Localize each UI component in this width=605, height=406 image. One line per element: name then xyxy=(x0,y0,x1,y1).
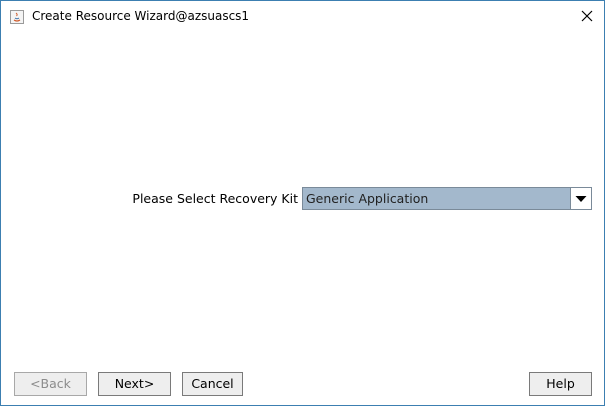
window-title: Create Resource Wizard@azsuascs1 xyxy=(32,9,250,23)
recovery-kit-selected-value: Generic Application xyxy=(306,191,429,206)
back-button[interactable]: <Back xyxy=(14,372,87,396)
java-app-icon xyxy=(10,9,24,24)
recovery-kit-label: Please Select Recovery Kit xyxy=(132,191,298,206)
cancel-button[interactable]: Cancel xyxy=(182,372,243,396)
triangle-down-icon[interactable] xyxy=(570,188,591,209)
help-button[interactable]: Help xyxy=(529,372,592,396)
recovery-kit-dropdown[interactable]: Generic Application xyxy=(302,187,592,210)
close-icon[interactable] xyxy=(575,4,599,28)
wizard-window: Create Resource Wizard@azsuascs1 Please … xyxy=(0,0,605,406)
title-bar: Create Resource Wizard@azsuascs1 xyxy=(1,1,604,31)
wizard-content: Please Select Recovery Kit Generic Appli… xyxy=(1,32,604,405)
next-button[interactable]: Next> xyxy=(98,372,171,396)
